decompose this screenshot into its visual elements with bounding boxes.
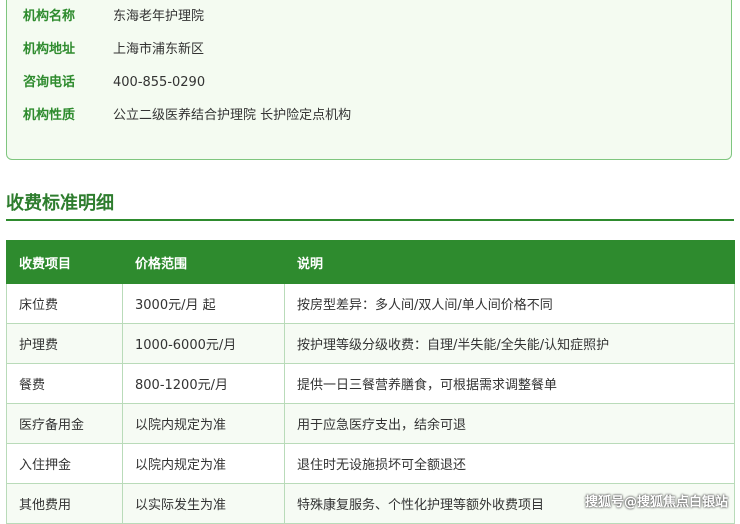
table-row: 护理费 1000-6000元/月 按护理等级分级收费：自理/半失能/全失能/认知… [6, 323, 735, 364]
info-row-address: 机构地址 上海市浦东新区 [23, 40, 204, 60]
column-header-note: 说明 [284, 240, 735, 284]
info-label: 机构名称 [23, 9, 76, 24]
fee-note: 提供一日三餐营养膳食，可根据需求调整餐单 [284, 363, 735, 404]
column-header-price: 价格范围 [122, 240, 285, 284]
info-row-type: 机构性质 公立二级医养结合护理院 长护险定点机构 [23, 106, 351, 126]
table-header-row: 收费项目 价格范围 说明 [6, 240, 735, 284]
column-header-item: 收费项目 [6, 240, 123, 284]
fee-note: 按房型差异：多人间/双人间/单人间价格不同 [284, 283, 735, 324]
fee-price: 3000元/月 起 [122, 283, 285, 324]
table-row: 医疗备用金 以院内规定为准 用于应急医疗支出，结余可退 [6, 403, 735, 444]
fee-note: 退住时无设施损坏可全额退还 [284, 443, 735, 484]
fee-note: 按护理等级分级收费：自理/半失能/全失能/认知症照护 [284, 323, 735, 364]
fee-note: 用于应急医疗支出，结余可退 [284, 403, 735, 444]
fee-table: 收费项目 价格范围 说明 床位费 3000元/月 起 按房型差异：多人间/双人间… [6, 240, 735, 524]
fee-item: 入住押金 [6, 443, 123, 484]
table-row: 入住押金 以院内规定为准 退住时无设施损坏可全额退还 [6, 443, 735, 484]
institution-phone: 400-855-0290 [113, 75, 206, 90]
table-row: 餐费 800-1200元/月 提供一日三餐营养膳食，可根据需求调整餐单 [6, 363, 735, 404]
info-label: 咨询电话 [23, 75, 76, 90]
fee-price: 800-1200元/月 [122, 363, 285, 404]
institution-type: 公立二级医养结合护理院 长护险定点机构 [113, 108, 352, 123]
fee-price: 1000-6000元/月 [122, 323, 285, 364]
section-title: 收费标准明细 [6, 193, 114, 214]
fee-item: 护理费 [6, 323, 123, 364]
info-label: 机构地址 [23, 42, 76, 57]
info-row-name: 机构名称 东海老年护理院 [23, 7, 204, 27]
institution-address: 上海市浦东新区 [113, 42, 205, 57]
fee-price: 以院内规定为准 [122, 443, 285, 484]
institution-info-card: 机构名称 东海老年护理院 机构地址 上海市浦东新区 咨询电话 400-855-0290… [6, 0, 732, 160]
fee-item: 医疗备用金 [6, 403, 123, 444]
institution-name: 东海老年护理院 [113, 9, 205, 24]
source-watermark: 搜狐号@搜狐焦点白银站 [584, 495, 728, 510]
fee-item: 床位费 [6, 283, 123, 324]
table-row: 床位费 3000元/月 起 按房型差异：多人间/双人间/单人间价格不同 [6, 283, 735, 324]
section-divider [6, 219, 734, 221]
fee-item: 餐费 [6, 363, 123, 404]
fee-price: 以院内规定为准 [122, 403, 285, 444]
info-row-phone: 咨询电话 400-855-0290 [23, 73, 205, 93]
info-label: 机构性质 [23, 108, 76, 123]
